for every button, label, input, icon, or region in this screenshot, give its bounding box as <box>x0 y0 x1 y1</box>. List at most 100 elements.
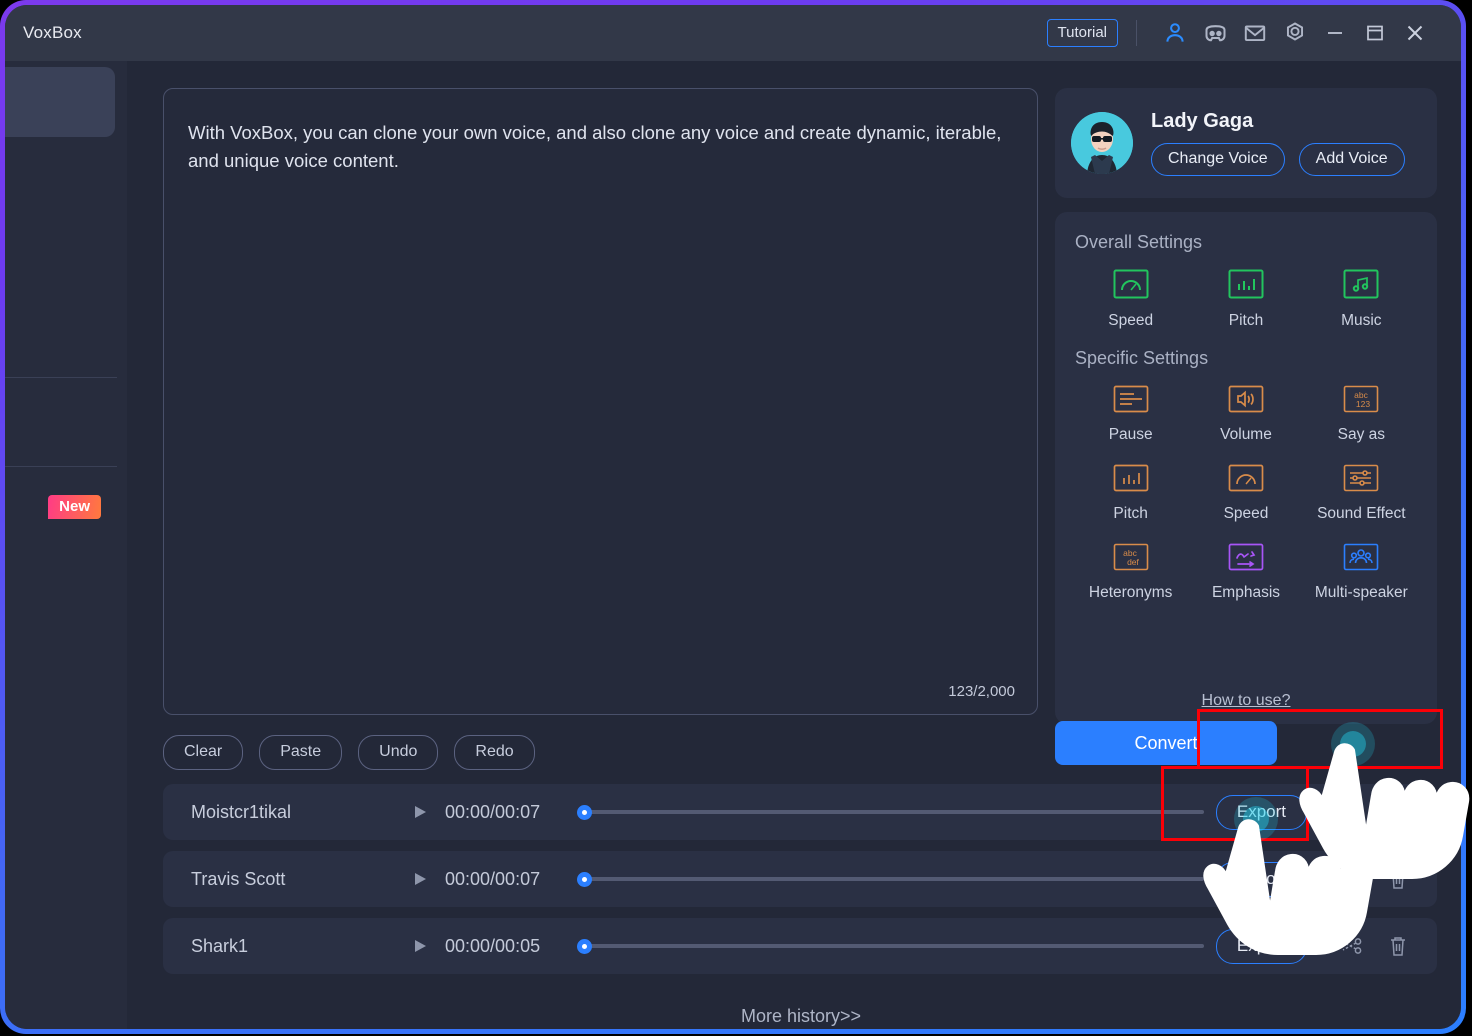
setting-pitch-overall[interactable]: Pitch <box>1188 263 1303 340</box>
change-voice-button[interactable]: Change Voice <box>1151 143 1285 176</box>
paste-button[interactable]: Paste <box>259 735 343 770</box>
titlebar-divider <box>1136 20 1137 46</box>
setting-say-as[interactable]: abc 123 Say as <box>1304 379 1419 454</box>
add-voice-button[interactable]: Add Voice <box>1298 143 1405 176</box>
text-input-area[interactable]: With VoxBox, you can clone your own voic… <box>163 88 1038 715</box>
clear-button[interactable]: Clear <box>163 735 244 770</box>
setting-label: Heteronyms <box>1088 584 1173 601</box>
slider-thumb[interactable] <box>577 804 592 820</box>
bars-icon <box>1113 464 1149 497</box>
setting-speed-overall[interactable]: Speed <box>1073 263 1188 340</box>
setting-label: Speed <box>1108 312 1154 329</box>
audio-progress-slider[interactable] <box>577 802 1204 822</box>
setting-multi-speaker[interactable]: Multi-speaker <box>1304 537 1419 612</box>
editor-toolbar: Clear Paste Undo Redo <box>163 735 1038 770</box>
audio-time: 00:00/00:05 <box>445 935 541 956</box>
setting-label: Emphasis <box>1211 584 1281 601</box>
sidebar-divider-1 <box>5 377 117 378</box>
setting-pause[interactable]: Pause <box>1073 379 1188 454</box>
setting-label: Pitch <box>1228 312 1264 329</box>
delete-trash-icon[interactable] <box>1375 800 1421 824</box>
delete-trash-icon[interactable] <box>1375 934 1421 958</box>
audio-name: Moistcr1tikal <box>191 801 292 822</box>
setting-label: Volume <box>1220 426 1272 443</box>
specific-settings-title: Specific Settings <box>1075 348 1209 368</box>
sidebar-divider-2 <box>5 466 117 467</box>
main-panel: With VoxBox, you can clone your own voic… <box>127 61 1461 1029</box>
setting-sound-effect[interactable]: Sound Effect <box>1304 458 1419 533</box>
setting-heteronyms[interactable]: abc def Heteronyms <box>1073 537 1188 612</box>
convert-button[interactable]: Convert <box>1055 721 1277 765</box>
audio-time: 00:00/00:07 <box>445 868 541 889</box>
voice-settings-column: Lady Gaga Change Voice Add Voice Overall… <box>1055 88 1437 724</box>
sidebar: ch ch ch New <box>5 61 127 1029</box>
voice-card: Lady Gaga Change Voice Add Voice <box>1055 88 1437 198</box>
setting-music-overall[interactable]: Music <box>1304 263 1419 340</box>
cut-scissors-icon[interactable] <box>1329 868 1375 890</box>
setting-label: Say as <box>1337 426 1386 443</box>
export-button[interactable]: Export <box>1215 928 1307 964</box>
slider-thumb[interactable] <box>577 938 592 954</box>
setting-speed[interactable]: Speed <box>1188 458 1303 533</box>
window-inner: VoxBox Tutorial New With VoxBox, you can… <box>5 5 1461 1029</box>
abc123-icon: abc 123 <box>1343 385 1379 418</box>
overall-settings-grid: Speed Pitch Music <box>1073 263 1419 340</box>
setting-label: Multi-speaker <box>1314 584 1408 601</box>
how-to-use-link[interactable]: How to use? <box>1055 692 1437 710</box>
slider-thumb[interactable] <box>577 871 592 887</box>
minimize-button[interactable] <box>1315 13 1355 53</box>
cut-scissors-icon[interactable] <box>1329 935 1375 957</box>
maximize-button[interactable] <box>1355 13 1395 53</box>
app-root: VoxBox Tutorial New With VoxBox, you can… <box>0 0 1472 1036</box>
editor-text: With VoxBox, you can clone your own voic… <box>188 122 1002 171</box>
sidebar-item-0[interactable]: ch <box>5 67 115 137</box>
sidebar-item-2[interactable]: ch <box>5 293 115 363</box>
export-button[interactable]: Export <box>1215 861 1307 897</box>
delete-trash-icon[interactable] <box>1375 867 1421 891</box>
undo-button[interactable]: Undo <box>358 735 439 770</box>
audio-name: Shark1 <box>191 935 249 956</box>
table-row: Moistcr1tikal 00:00/00:07 Export <box>163 784 1437 840</box>
app-title: VoxBox <box>23 23 82 42</box>
bars-icon <box>1228 269 1264 304</box>
mail-icon[interactable] <box>1235 13 1275 53</box>
cut-scissors-icon[interactable] <box>1329 801 1375 823</box>
new-badge: New <box>48 495 101 519</box>
avatar <box>1071 112 1133 174</box>
gauge-icon <box>1228 464 1264 497</box>
settings-gear-icon[interactable] <box>1275 13 1315 53</box>
editor-column: With VoxBox, you can clone your own voic… <box>163 88 1038 770</box>
voice-meta: Lady Gaga Change Voice Add Voice <box>1151 110 1405 176</box>
export-button[interactable]: Export <box>1215 794 1307 830</box>
account-icon[interactable] <box>1155 13 1195 53</box>
setting-pitch[interactable]: Pitch <box>1073 458 1188 533</box>
sliders-icon <box>1343 464 1379 497</box>
history-list: Moistcr1tikal 00:00/00:07 Export Travis … <box>163 784 1437 985</box>
play-icon[interactable] <box>405 938 435 954</box>
setting-emphasis[interactable]: Emphasis <box>1188 537 1303 612</box>
svg-text:123: 123 <box>1356 399 1370 409</box>
setting-volume[interactable]: Volume <box>1188 379 1303 454</box>
play-icon[interactable] <box>405 871 435 887</box>
settings-card: Overall Settings Speed Pitch Music Speci… <box>1055 212 1437 724</box>
close-button[interactable] <box>1395 13 1435 53</box>
table-row: Travis Scott 00:00/00:07 Export <box>163 851 1437 907</box>
abcdef-icon: abc def <box>1113 543 1149 576</box>
audio-progress-slider[interactable] <box>577 869 1204 889</box>
setting-label: Music <box>1341 312 1382 329</box>
sidebar-item-1[interactable]: ch <box>5 143 115 213</box>
titlebar-actions: Tutorial <box>1046 5 1435 61</box>
setting-label: Speed <box>1223 505 1269 522</box>
sidebar-item-new[interactable]: New <box>5 481 115 551</box>
character-counter: 123/2,000 <box>948 683 1015 700</box>
audio-progress-slider[interactable] <box>577 936 1204 956</box>
speaker-icon <box>1228 385 1264 418</box>
redo-button[interactable]: Redo <box>454 735 535 770</box>
voice-buttons: Change Voice Add Voice <box>1151 143 1405 176</box>
more-history-link[interactable]: More history>> <box>127 1006 1461 1027</box>
discord-icon[interactable] <box>1195 13 1235 53</box>
play-icon[interactable] <box>405 804 435 820</box>
arrows-icon <box>1228 543 1264 576</box>
tutorial-button[interactable]: Tutorial <box>1046 19 1118 47</box>
window-frame: VoxBox Tutorial New With VoxBox, you can… <box>0 0 1466 1034</box>
